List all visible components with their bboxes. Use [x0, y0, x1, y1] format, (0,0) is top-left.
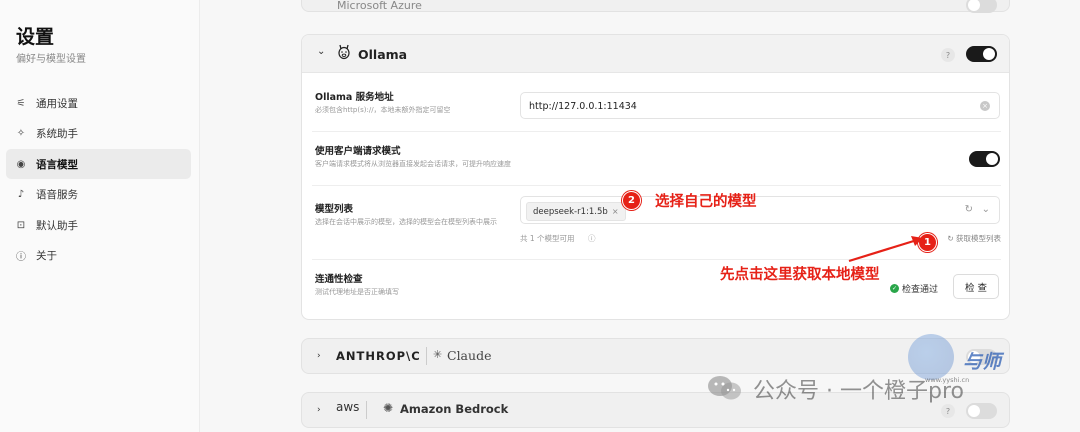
- provider-header[interactable]: ⌄ Ollama ?: [302, 35, 1009, 73]
- provider-toggle[interactable]: [966, 403, 997, 419]
- setting-description: 测试代理地址是否正确填写: [315, 288, 399, 296]
- fetch-model-list-label: 获取模型列表: [956, 234, 1001, 243]
- divider: [366, 401, 367, 419]
- sidebar-item-general[interactable]: ⚟ 通用设置: [6, 88, 191, 118]
- setting-label: Ollama 服务地址: [315, 92, 394, 103]
- service-address-input[interactable]: http://127.0.0.1:11434 ×: [520, 92, 1000, 119]
- step-badge-2: 2: [622, 191, 641, 210]
- sliders-icon: ⚟: [16, 97, 26, 109]
- sidebar-item-label: 默认助手: [36, 219, 78, 232]
- chevron-right-icon[interactable]: ›: [317, 351, 321, 361]
- setting-row-service-address: Ollama 服务地址 必须包含http(s)://，本地未额外指定可留空 ht…: [312, 76, 1001, 132]
- check-button[interactable]: 检 查: [953, 274, 999, 299]
- client-mode-toggle[interactable]: [969, 151, 1000, 167]
- check-status-text: 检查通过: [902, 285, 939, 295]
- provider-subname: Claude: [447, 348, 492, 363]
- annotation-arrow: [848, 236, 923, 263]
- input-value: http://127.0.0.1:11434: [529, 101, 637, 112]
- provider-subname: Amazon Bedrock: [400, 402, 509, 416]
- chevron-right-icon[interactable]: ›: [317, 405, 321, 415]
- info-icon: ⓘ: [588, 234, 596, 243]
- model-tag-label: deepseek-r1:1.5b: [533, 206, 608, 217]
- model-tag[interactable]: deepseek-r1:1.5b ×: [526, 202, 626, 221]
- provider-panel-ollama: ⌄ Ollama ? Ollama 服务地址 必须包含http(s)://，本地…: [301, 34, 1010, 320]
- fetch-model-list-link[interactable]: ↻ 获取模型列表: [947, 233, 1001, 244]
- refresh-icon: ↻: [947, 234, 956, 243]
- watermark-logo-text: 与师: [963, 351, 1002, 373]
- annotation-step-1: 先点击这里获取本地模型: [720, 267, 880, 283]
- provider-name: Microsoft Azure: [337, 0, 422, 12]
- provider-toggle[interactable]: [966, 0, 997, 13]
- chevron-down-icon[interactable]: ⌄: [982, 204, 990, 215]
- divider: [426, 347, 427, 365]
- model-select[interactable]: deepseek-r1:1.5b × ↻ ⌄: [520, 196, 1000, 224]
- clear-icon[interactable]: ×: [980, 101, 990, 111]
- sidebar-item-system-assistant[interactable]: ✧ 系统助手: [6, 119, 191, 149]
- provider-enable-toggle[interactable]: [966, 46, 997, 62]
- sidebar-item-label: 通用设置: [36, 97, 78, 110]
- bot-icon: ⊡: [16, 219, 26, 231]
- sidebar-item-label: 系统助手: [36, 128, 78, 140]
- sidebar-nav: ⚟ 通用设置 ✧ 系统助手 ◉ 语言模型 ♪ 语音服务 ⊡ 默认助手 ⓘ 关于: [6, 88, 191, 271]
- setting-label: 连通性检查: [315, 274, 363, 285]
- provider-name: ANTHROP\C: [336, 349, 421, 363]
- microphone-icon: ♪: [17, 189, 25, 200]
- setting-label: 使用客户端请求模式: [315, 146, 401, 157]
- sidebar-item-about[interactable]: ⓘ 关于: [6, 241, 191, 271]
- claude-logo-icon: ✳: [433, 348, 443, 361]
- setting-description: 客户端请求模式将从浏览器直接发起会话请求，可提升响应速度: [315, 160, 511, 168]
- sidebar-title: 设置: [16, 26, 55, 48]
- ollama-logo-icon: [337, 43, 351, 65]
- info-icon: ⓘ: [16, 252, 26, 263]
- brain-icon: ◉: [16, 158, 26, 170]
- sidebar-item-default-assistant[interactable]: ⊡ 默认助手: [6, 210, 191, 240]
- sidebar-subtitle: 偏好与模型设置: [16, 54, 86, 65]
- setting-description: 必须包含http(s)://，本地未额外指定可留空: [315, 106, 451, 114]
- model-count: 共 1 个模型可用: [520, 234, 575, 243]
- bedrock-logo-icon: ✺: [383, 401, 394, 415]
- check-success-icon: ✓: [890, 284, 899, 293]
- sidebar-item-label: 语言模型: [36, 158, 78, 171]
- provider-name: Ollama: [358, 47, 408, 62]
- remove-tag-icon[interactable]: ×: [612, 207, 619, 216]
- help-icon[interactable]: ?: [941, 48, 955, 62]
- chevron-down-icon[interactable]: ⌄: [317, 46, 325, 57]
- wechat-icon: [706, 374, 744, 402]
- help-icon[interactable]: ?: [941, 404, 955, 418]
- sidebar-item-language-model[interactable]: ◉ 语言模型: [6, 149, 191, 179]
- sidebar-item-label: 语音服务: [36, 189, 78, 201]
- watermark-account: 公众号 · 一个橙子pro: [753, 379, 964, 404]
- llama-icon: [338, 44, 350, 60]
- check-status: ✓ 检查通过: [890, 282, 938, 295]
- setting-row-connectivity: 连通性检查 测试代理地址是否正确填写 ✓ 检查通过 检 查: [312, 260, 1001, 319]
- sidebar-item-voice-service[interactable]: ♪ 语音服务: [6, 180, 191, 210]
- aws-logo: aws: [336, 400, 360, 414]
- provider-card-anthropic[interactable]: › ANTHROP\C ✳ Claude: [301, 338, 1010, 374]
- sparkle-icon: ✧: [16, 128, 26, 139]
- annotation-step-2: 选择自己的模型: [655, 194, 757, 210]
- sidebar-item-label: 关于: [36, 250, 57, 262]
- refresh-icon[interactable]: ↻: [965, 204, 973, 215]
- settings-sidebar: 设置 偏好与模型设置 ⚟ 通用设置 ✧ 系统助手 ◉ 语言模型 ♪ 语音服务 ⊡…: [0, 0, 200, 432]
- setting-row-client-mode: 使用客户端请求模式 客户端请求模式将从浏览器直接发起会话请求，可提升响应速度: [312, 132, 1001, 186]
- provider-card-azure[interactable]: Microsoft Azure: [301, 0, 1010, 13]
- setting-description: 选择在会话中展示的模型，选择的模型会在模型列表中展示: [315, 218, 497, 226]
- setting-label: 模型列表: [315, 204, 354, 215]
